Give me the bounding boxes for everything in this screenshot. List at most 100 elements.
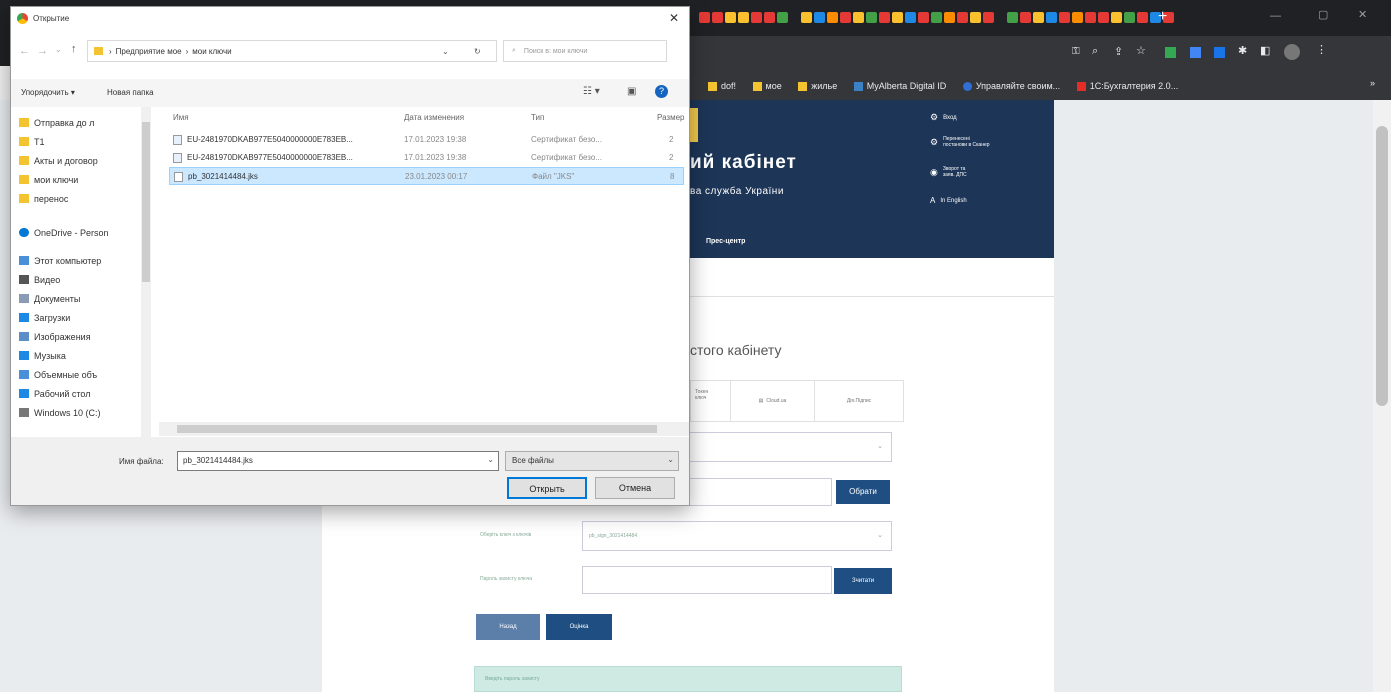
nav-item[interactable]: Объемные объ — [19, 365, 97, 384]
nav-item[interactable]: Изображения — [19, 327, 91, 346]
bookmark-folder[interactable]: dof! — [708, 72, 736, 100]
nav-item[interactable]: Видео — [19, 270, 60, 289]
nav-item[interactable]: OneDrive - Person — [19, 223, 109, 242]
sidepanel-icon[interactable]: ◧ — [1260, 44, 1270, 57]
file-path-field[interactable] — [690, 478, 832, 506]
tab-cloud[interactable]: ▤ Cloud.ua — [731, 381, 815, 421]
column-header-type[interactable]: Тип — [531, 113, 544, 122]
header-link-transfer[interactable]: ⚙ Перенесені постанови в Сканер — [930, 136, 1040, 148]
key-select[interactable]: pb_sign_3021414484 ⌄ — [582, 521, 892, 551]
nav-press-center[interactable]: Прес-центр — [706, 238, 745, 245]
tab-favicon[interactable] — [699, 12, 710, 23]
tab-favicon[interactable] — [814, 12, 825, 23]
star-icon[interactable]: ☆ — [1136, 44, 1146, 57]
back-arrow-icon[interactable]: ← — [19, 45, 30, 57]
tab-favicon[interactable] — [1111, 12, 1122, 23]
puzzle-icon[interactable]: ✱ — [1238, 44, 1247, 57]
rate-button[interactable]: Оцінка — [546, 614, 612, 640]
tab-favicon[interactable] — [777, 12, 788, 23]
nav-item[interactable]: Документы — [19, 289, 80, 308]
tab-favicon[interactable] — [957, 12, 968, 23]
close-window-button[interactable]: ✕ — [1358, 8, 1367, 21]
view-options-icon[interactable]: ☷ ▾ — [583, 86, 600, 97]
tab-favicon[interactable] — [1124, 12, 1135, 23]
tab-favicon[interactable] — [931, 12, 942, 23]
tab-favicon[interactable] — [1007, 12, 1018, 23]
path-segment[interactable]: Предприятие мое — [116, 47, 182, 56]
tab-favicon[interactable] — [866, 12, 877, 23]
new-tab-button[interactable]: + — [1158, 8, 1167, 26]
help-icon[interactable]: ? — [655, 85, 668, 98]
horizontal-scrollbar-thumb[interactable] — [177, 425, 657, 433]
nav-item[interactable]: Этот компьютер — [19, 251, 101, 270]
tab-favicon[interactable] — [1098, 12, 1109, 23]
search-icon[interactable]: ⌕ — [1092, 45, 1098, 58]
tab-favicon[interactable] — [879, 12, 890, 23]
choose-file-button[interactable]: Обрати — [836, 480, 890, 504]
refresh-icon[interactable]: ↻ — [474, 47, 481, 56]
tab-diia[interactable]: Дія.Підпис — [815, 381, 903, 421]
bookmarks-overflow-icon[interactable]: » — [1370, 78, 1375, 88]
tab-favicon[interactable] — [1046, 12, 1057, 23]
nav-item[interactable]: Акты и договор — [19, 151, 98, 170]
nav-item[interactable]: Рабочий стол — [19, 384, 91, 403]
password-input[interactable] — [582, 566, 832, 594]
extension-icon[interactable] — [1165, 47, 1176, 58]
tab-favicon[interactable] — [764, 12, 775, 23]
up-arrow-icon[interactable]: ↑ — [71, 43, 77, 55]
tab-favicon[interactable] — [1072, 12, 1083, 23]
file-row[interactable]: EU-2481970DKAB977E5040000000E783EB... 17.… — [169, 131, 684, 149]
tab-favicon[interactable] — [1033, 12, 1044, 23]
tab-favicon[interactable] — [970, 12, 981, 23]
filename-input[interactable]: pb_3021414484.jks ⌄ — [177, 451, 499, 471]
tab-favicon[interactable] — [1137, 12, 1148, 23]
tab-favicon[interactable] — [840, 12, 851, 23]
tab-favicon[interactable] — [751, 12, 762, 23]
column-header-date[interactable]: Дата изменения — [404, 113, 464, 122]
avatar[interactable] — [1284, 44, 1300, 60]
chevron-down-icon[interactable]: ⌄ — [442, 47, 449, 56]
maximize-button[interactable]: ▢ — [1318, 8, 1328, 21]
tab-favicon[interactable] — [905, 12, 916, 23]
tab-favicon[interactable] — [1059, 12, 1070, 23]
tab-token[interactable]: Токен ключ — [691, 381, 731, 421]
new-folder-button[interactable]: Новая папка — [107, 88, 154, 97]
bookmark-link[interactable]: 1С:Бухгалтерия 2.0... — [1076, 72, 1178, 100]
tab-favicon[interactable] — [801, 12, 812, 23]
path-segment[interactable]: мои ключи — [192, 47, 231, 56]
tab-favicon[interactable] — [983, 12, 994, 23]
minimize-button[interactable]: — — [1270, 10, 1281, 22]
nav-item[interactable]: перенос — [19, 189, 68, 208]
extension-icon[interactable] — [1214, 47, 1225, 58]
address-bar[interactable]: › Предприятие мое › мои ключи ⌄ ↻ — [87, 40, 497, 62]
tab-favicon[interactable] — [738, 12, 749, 23]
nav-item[interactable]: мои ключи — [19, 170, 78, 189]
tab-favicon[interactable] — [712, 12, 723, 23]
tab-favicon[interactable] — [853, 12, 864, 23]
organize-menu[interactable]: Упорядочить ▾ — [21, 88, 75, 97]
tab-favicon[interactable] — [892, 12, 903, 23]
search-field[interactable]: ⌕ Поиск в: мои ключи — [503, 40, 667, 62]
tab-favicon[interactable] — [827, 12, 838, 23]
header-link-login[interactable]: ⚙ Вход — [930, 112, 957, 123]
forward-arrow-icon[interactable]: → — [37, 45, 48, 57]
tab-favicon[interactable] — [1020, 12, 1031, 23]
tab-favicon[interactable] — [944, 12, 955, 23]
filetype-select[interactable]: Все файлы ⌄ — [505, 451, 679, 471]
nav-item[interactable]: Т1 — [19, 132, 45, 151]
column-header-size[interactable]: Размер — [657, 113, 685, 122]
recent-chevron-icon[interactable]: ⌄ — [55, 45, 62, 54]
dialog-close-icon[interactable]: ✕ — [669, 11, 679, 25]
nav-item[interactable]: Windows 10 (C:) — [19, 403, 101, 422]
header-link-feedback[interactable]: ◉ Зворот та заяв. ДПС — [930, 166, 1040, 178]
cancel-button[interactable]: Отмена — [595, 477, 675, 499]
file-row[interactable]: EU-2481970DKAB977E5040000000E783EB... 17.… — [169, 149, 684, 167]
extension-icon[interactable] — [1190, 47, 1201, 58]
key-icon[interactable]: ⚿ — [1072, 46, 1080, 57]
menu-icon[interactable]: ⋮ — [1316, 43, 1327, 56]
file-row[interactable]: pb_3021414484.jks 23.01.2023 00:17 Файл "J… — [169, 167, 684, 185]
page-scrollbar-thumb[interactable] — [1376, 126, 1388, 406]
bookmark-link[interactable]: MyAlberta Digital ID — [853, 72, 946, 100]
read-key-button[interactable]: Зчитати — [834, 568, 892, 594]
chevron-down-icon[interactable]: ⌄ — [487, 455, 494, 464]
